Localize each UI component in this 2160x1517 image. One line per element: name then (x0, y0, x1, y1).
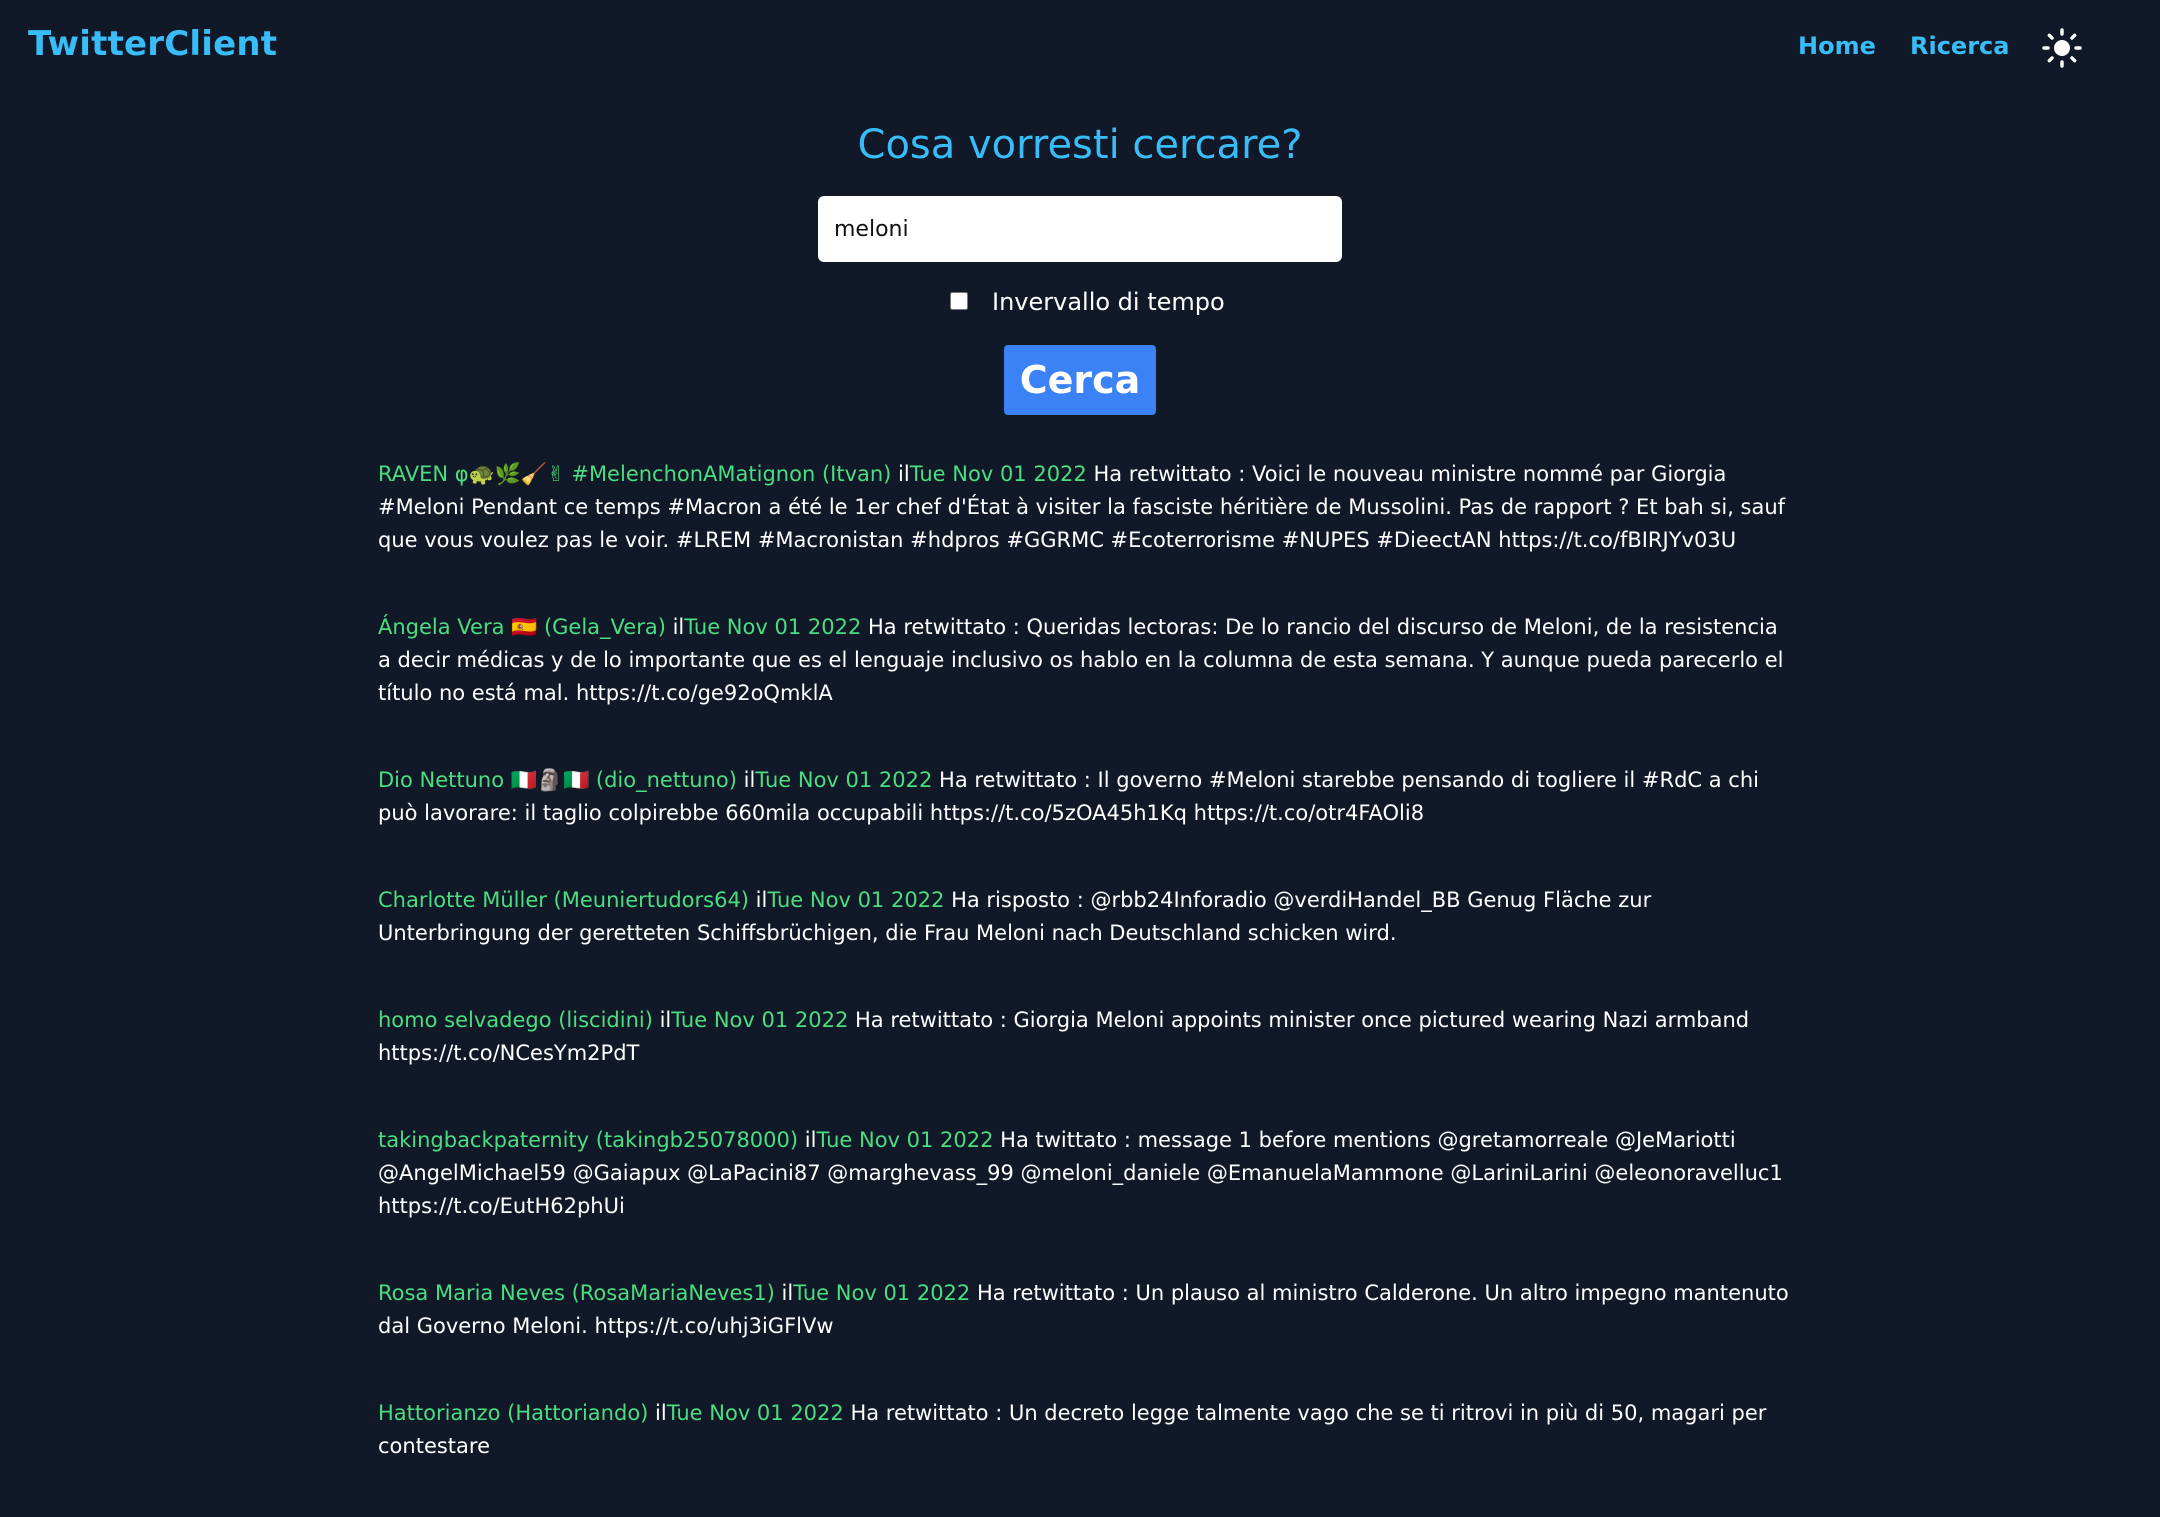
nav-search-link[interactable]: Ricerca (1910, 32, 2009, 60)
tweet-item: Dio Nettuno 🇮🇹🗿🇮🇹 (dio_nettuno) ilTue No… (378, 764, 1790, 830)
time-range-label: Invervallo di tempo (992, 288, 1225, 316)
tweet-item: Charlotte Müller (Meuniertudors64) ilTue… (378, 884, 1790, 950)
tweet-date[interactable]: Tue Nov 01 2022 (684, 615, 861, 639)
search-input[interactable] (818, 196, 1342, 262)
tweet-item: RAVEN φ🐢🌿🧹✌ #MelenchonAMatignon (Itvan) … (378, 458, 1790, 557)
tweet-date[interactable]: Tue Nov 01 2022 (671, 1008, 848, 1032)
tweet-date[interactable]: Tue Nov 01 2022 (793, 1281, 970, 1305)
sun-icon (2042, 28, 2082, 68)
brand-logo[interactable]: TwitterClient (28, 24, 277, 64)
tweet-separator: il (798, 1128, 817, 1152)
tweet-separator: il (648, 1401, 667, 1425)
tweet-author[interactable]: Hattorianzo (Hattoriando) (378, 1401, 648, 1425)
tweet-item: Ángela Vera 🇪🇸 (Gela_Vera) ilTue Nov 01 … (378, 611, 1790, 710)
tweet-separator: il (749, 888, 768, 912)
tweet-date[interactable]: Tue Nov 01 2022 (667, 1401, 844, 1425)
tweet-separator: il (774, 1281, 794, 1305)
tweet-author[interactable]: Rosa Maria Neves (RosaMariaNeves1) (378, 1281, 775, 1305)
tweet-separator: il (665, 615, 685, 639)
search-button[interactable]: Cerca (1004, 345, 1156, 415)
tweet-separator: il (891, 462, 910, 486)
search-title: Cosa vorresti cercare? (857, 122, 1303, 168)
tweet-item: Hattorianzo (Hattoriando) ilTue Nov 01 2… (378, 1397, 1790, 1463)
tweet-author[interactable]: Ángela Vera 🇪🇸 (Gela_Vera) (378, 615, 666, 639)
navbar: TwitterClient Home Ricerca (0, 0, 2160, 96)
time-range-checkbox[interactable] (950, 292, 968, 310)
tweet-date[interactable]: Tue Nov 01 2022 (767, 888, 944, 912)
theme-toggle-button[interactable] (2038, 24, 2086, 72)
tweet-results: RAVEN φ🐢🌿🧹✌ #MelenchonAMatignon (Itvan) … (378, 458, 1790, 1517)
tweet-separator: il (736, 768, 756, 792)
tweet-date[interactable]: Tue Nov 01 2022 (910, 462, 1087, 486)
nav-home-link[interactable]: Home (1798, 32, 1876, 60)
tweet-item: Rosa Maria Neves (RosaMariaNeves1) ilTue… (378, 1277, 1790, 1343)
tweet-date[interactable]: Tue Nov 01 2022 (755, 768, 932, 792)
tweet-author[interactable]: Dio Nettuno 🇮🇹🗿🇮🇹 (dio_nettuno) (378, 768, 737, 792)
tweet-item: homo selvadego (liscidini) ilTue Nov 01 … (378, 1004, 1790, 1070)
tweet-date[interactable]: Tue Nov 01 2022 (816, 1128, 993, 1152)
tweet-author[interactable]: homo selvadego (liscidini) (378, 1008, 653, 1032)
tweet-item: takingbackpaternity (takingb25078000) il… (378, 1124, 1790, 1223)
tweet-author[interactable]: Charlotte Müller (Meuniertudors64) (378, 888, 749, 912)
tweet-separator: il (652, 1008, 672, 1032)
tweet-author[interactable]: takingbackpaternity (takingb25078000) (378, 1128, 798, 1152)
tweet-author[interactable]: RAVEN φ🐢🌿🧹✌ #MelenchonAMatignon (Itvan) (378, 462, 891, 486)
nav-links: Home Ricerca (1560, 28, 2160, 70)
